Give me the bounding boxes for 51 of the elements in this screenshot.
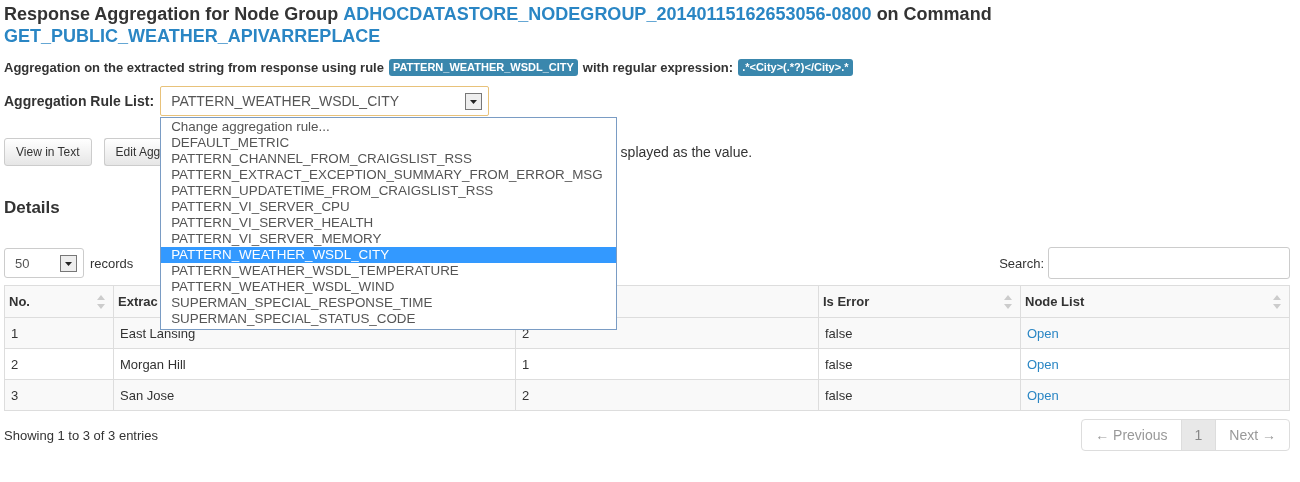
search-label: Search: <box>999 255 1044 271</box>
details-heading: Details <box>4 198 60 218</box>
dropdown-option[interactable]: PATTERN_VI_SERVER_HEALTH <box>161 215 617 231</box>
open-link[interactable]: Open <box>1027 356 1059 372</box>
sort-icon <box>97 295 105 309</box>
table-cell: East Lansing <box>120 325 196 341</box>
column-header[interactable]: Is Error <box>818 285 1021 318</box>
view-text-button[interactable]: View in Text <box>4 138 92 166</box>
table-cell: false <box>825 325 853 341</box>
dropdown-option[interactable]: PATTERN_VI_SERVER_CPU <box>161 199 617 215</box>
table-cell: 1 <box>11 325 19 341</box>
dropdown-option[interactable]: PATTERN_UPDATETIME_FROM_CRAIGSLIST_RSS <box>161 183 617 199</box>
open-link[interactable]: Open <box>1027 325 1059 341</box>
dropdown-option[interactable]: PATTERN_EXTRACT_EXCEPTION_SUMMARY_FROM_ERROR_MSG <box>161 167 617 183</box>
dropdown-option[interactable]: PATTERN_WEATHER_WSDL_WIND <box>161 279 617 295</box>
table-cell: 2 <box>11 356 19 372</box>
edit-button[interactable]: Edit Agg <box>103 138 162 166</box>
table-cell: San Jose <box>120 387 175 403</box>
sort-icon <box>1004 295 1012 309</box>
sort-icon <box>1273 295 1281 309</box>
dropdown-option[interactable]: Change aggregation rule... <box>161 119 617 135</box>
dropdown-option[interactable]: PATTERN_CHANNEL_FROM_CRAIGSLIST_RSS <box>161 151 617 167</box>
rule-label: PATTERN_WEATHER_WSDL_CITY <box>388 59 578 76</box>
regex-label: .*<City>(.*?)</City>.* <box>738 59 853 76</box>
column-header[interactable]: Node List <box>1020 285 1290 318</box>
dropdown-option[interactable]: PATTERN_WEATHER_WSDL_TEMPERATURE <box>161 263 617 279</box>
records-select[interactable]: 50 <box>4 248 84 278</box>
rule-description: with regular expression: <box>582 60 734 75</box>
entries-info: Showing 1 to 3 of 3 entries <box>4 427 158 443</box>
table-cell: 3 <box>11 387 19 403</box>
table-cell: false <box>825 356 853 372</box>
open-link[interactable]: Open <box>1027 387 1059 403</box>
rule-description: Aggregation on the extracted string from response using rule <box>4 60 384 75</box>
table-cell: 2 <box>522 387 530 403</box>
dropdown-option[interactable]: DEFAULT_METRIC <box>161 135 617 151</box>
rule-list-label: Aggregation Rule List: <box>4 93 155 109</box>
rule-select[interactable]: PATTERN_WEATHER_WSDL_CITY <box>160 86 490 116</box>
table-cell: false <box>825 387 853 403</box>
dropdown-option[interactable]: PATTERN_VI_SERVER_MEMORY <box>161 231 617 247</box>
command-link[interactable]: GET_PUBLIC_WEATHER_APIVARREPLACE <box>4 25 381 47</box>
hint-text: splayed as the value. <box>620 144 753 160</box>
dropdown-option[interactable]: SUPERMAN_SPECIAL_STATUS_CODE <box>161 311 617 327</box>
records-label: records <box>90 255 134 271</box>
column-header[interactable]: No. <box>4 285 114 318</box>
table-cell: 1 <box>522 356 530 372</box>
search-field[interactable] <box>1048 247 1290 279</box>
dropdown-option[interactable]: SUPERMAN_SPECIAL_RESPONSE_TIME <box>161 295 617 311</box>
table-cell: Morgan Hill <box>120 356 186 372</box>
node-group-link[interactable]: ADHOCDATASTORE_NODEGROUP_20140115162653056-0800 <box>343 3 872 25</box>
heading-text: on Command <box>876 3 992 25</box>
heading-text: Response Aggregation for Node Group <box>4 3 339 25</box>
